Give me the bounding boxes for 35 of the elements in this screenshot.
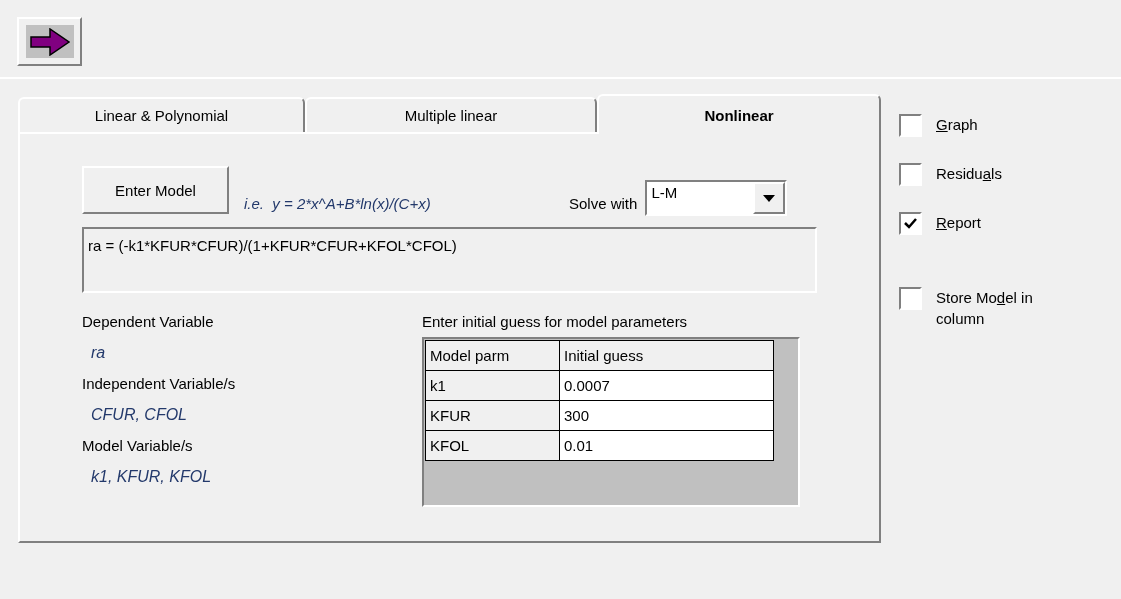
- checkbox-label[interactable]: Graph: [936, 114, 1061, 135]
- column-header: Model parm: [425, 340, 560, 371]
- variable-label: Dependent Variable: [82, 313, 215, 332]
- tab[interactable]: Multiple linear: [305, 97, 597, 132]
- variable-value: ra: [90, 344, 107, 363]
- table-cell[interactable]: 300: [559, 400, 774, 431]
- row-header: KFOL: [425, 430, 560, 461]
- tab[interactable]: Linear & Polynomial: [18, 97, 305, 132]
- table-cell[interactable]: 0.01: [559, 430, 774, 461]
- checkbox-label[interactable]: Residuals: [936, 163, 1061, 184]
- checkbox[interactable]: [899, 163, 922, 186]
- arrow-right-icon: [29, 27, 70, 56]
- checkbox[interactable]: [899, 114, 922, 137]
- variable-label: Independent Variable/s: [82, 375, 237, 394]
- variable-label: Model Variable/s: [82, 437, 194, 456]
- variable-value: k1, KFUR, KFOL: [90, 468, 213, 487]
- solver-dropdown[interactable]: L-M: [645, 180, 788, 216]
- checkbox-label[interactable]: Report: [936, 212, 1061, 233]
- dropdown-arrow-icon: [763, 194, 776, 202]
- column-header: Initial guess: [559, 340, 774, 371]
- variable-value: CFUR, CFOL: [90, 406, 188, 425]
- enter-model-button[interactable]: Enter Model: [82, 166, 229, 214]
- solve-label: Solve with: [569, 195, 638, 212]
- formula-field[interactable]: ra = (-k1*KFUR*CFUR)/(1+KFUR*CFUR+KFOL*CFOL): [82, 227, 817, 293]
- row-header: k1: [425, 370, 560, 401]
- grid-title: Enter initial guess for model parameters: [422, 313, 689, 332]
- run-button[interactable]: [17, 17, 82, 66]
- checkmark-icon: [904, 218, 917, 229]
- tab[interactable]: Nonlinear: [597, 94, 881, 134]
- checkbox-label[interactable]: Store Model in column: [936, 287, 1061, 329]
- checkbox[interactable]: [899, 212, 922, 235]
- table-cell[interactable]: 0.0007: [559, 370, 774, 401]
- example-text: i.e. y = 2*x^A+B*ln(x)/(C+x): [244, 195, 432, 212]
- checkbox[interactable]: [899, 287, 922, 310]
- row-header: KFUR: [425, 400, 560, 431]
